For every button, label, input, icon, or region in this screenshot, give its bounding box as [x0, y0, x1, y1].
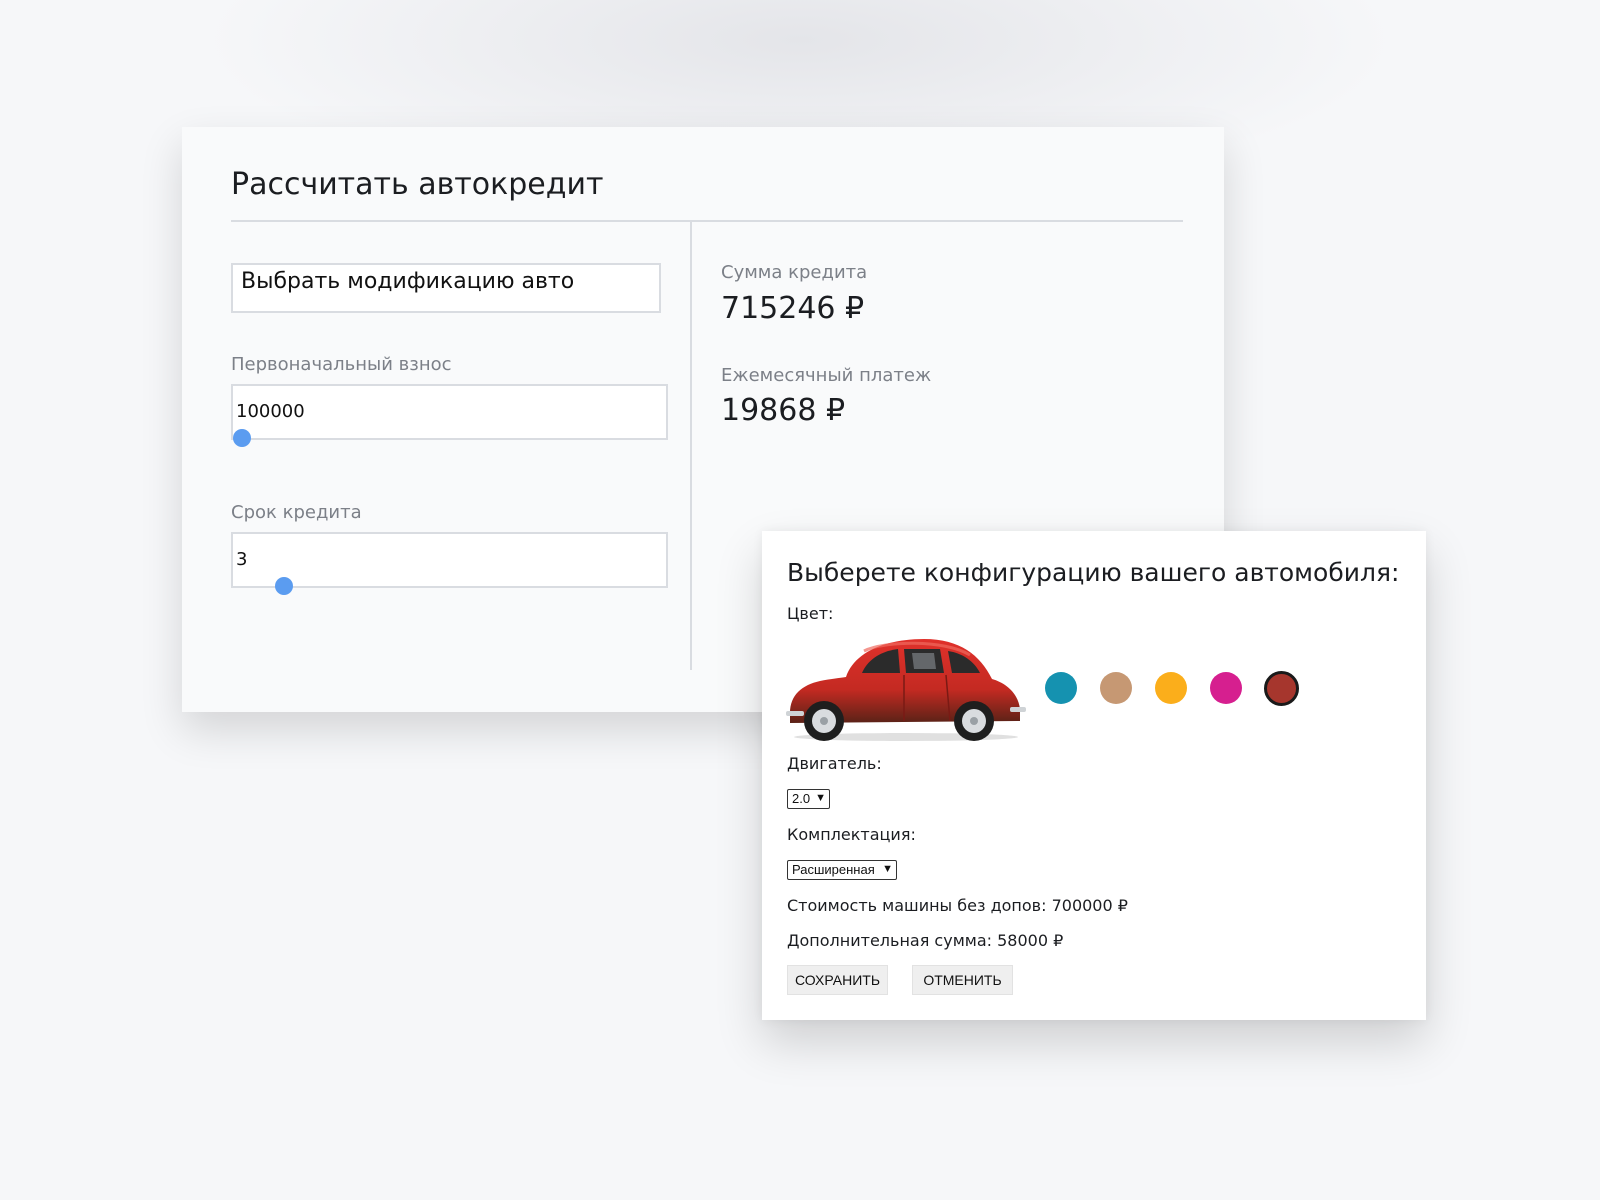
color-swatch-magenta[interactable] — [1210, 672, 1242, 704]
engine-select-value: 2.0 — [792, 791, 811, 806]
save-button[interactable]: СОХРАНИТЬ — [787, 965, 888, 995]
monthly-payment-value: 19868 ₽ — [721, 393, 846, 428]
color-swatch-teal[interactable] — [1045, 672, 1077, 704]
car-configuration-dialog: Выберете конфигурацию вашего автомобиля:… — [762, 531, 1426, 1020]
term-slider-thumb[interactable] — [274, 577, 293, 595]
term-input[interactable]: 3 — [231, 532, 668, 588]
config-title: Выберете конфигурацию вашего автомобиля: — [787, 558, 1400, 587]
cancel-button[interactable]: ОТМЕНИТЬ — [912, 965, 1013, 995]
column-divider — [690, 222, 692, 670]
down-payment-input[interactable]: 100000 — [231, 384, 668, 440]
car-preview-icon — [786, 639, 1026, 741]
down-payment-label: Первоначальный взнос — [231, 354, 452, 375]
modification-select[interactable]: Выбрать модификацию авто — [231, 263, 661, 313]
color-swatch-brown-red[interactable] — [1264, 671, 1299, 706]
trim-select-value: Расширенная — [792, 862, 875, 877]
down-payment-slider[interactable] — [233, 429, 666, 447]
down-payment-slider-thumb[interactable] — [233, 429, 251, 447]
monthly-payment-label: Ежемесячный платеж — [721, 365, 932, 386]
chevron-down-icon: ▼ — [815, 792, 826, 804]
chevron-down-icon: ▼ — [882, 863, 893, 875]
engine-select[interactable]: 2.0 ▼ — [787, 789, 830, 809]
loan-amount-label: Сумма кредита — [721, 262, 868, 283]
title-divider — [231, 220, 1183, 222]
calculator-title: Рассчитать автокредит — [231, 167, 604, 202]
term-label: Срок кредита — [231, 502, 362, 523]
trim-label: Комплектация: — [787, 825, 916, 844]
engine-label: Двигатель: — [787, 754, 882, 773]
color-label: Цвет: — [787, 604, 834, 623]
extra-sum-text: Дополнительная сумма: 58000 ₽ — [787, 931, 1064, 950]
term-slider[interactable] — [233, 577, 666, 595]
loan-amount-value: 715246 ₽ — [721, 291, 865, 326]
base-price-text: Стоимость машины без допов: 700000 ₽ — [787, 896, 1128, 915]
color-swatch-orange[interactable] — [1155, 672, 1187, 704]
trim-select[interactable]: Расширенная ▼ — [787, 860, 897, 880]
color-swatch-beige[interactable] — [1100, 672, 1132, 704]
